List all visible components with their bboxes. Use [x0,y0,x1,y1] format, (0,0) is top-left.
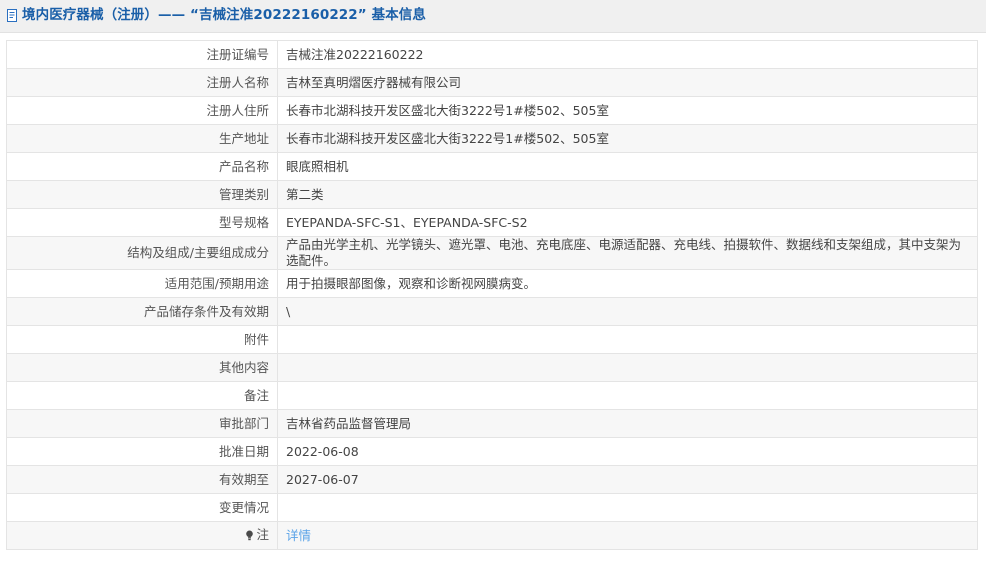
page-header: 境内医疗器械（注册）—— “吉械注准20222160222” 基本信息 [0,0,986,33]
row-value: 吉林省药品监督管理局 [277,409,978,438]
row-label: 结构及组成/主要组成成分 [6,236,278,270]
table-row: 批准日期 2022-06-08 [6,437,978,466]
row-label: 型号规格 [6,208,278,237]
document-page-icon [7,9,17,22]
row-value: 第二类 [277,180,978,209]
table-row: 附件 [6,325,978,354]
note-label-inner: 注 [245,527,269,543]
row-value: 用于拍摄眼部图像，观察和诊断视网膜病变。 [277,269,978,298]
row-value: 眼底照相机 [277,152,978,181]
row-label: 变更情况 [6,493,278,522]
table-row: 产品名称 眼底照相机 [6,152,978,181]
row-value [277,353,978,382]
row-value: 2027-06-07 [277,465,978,494]
table-row: 注册人住所 长春市北湖科技开发区盛北大街3222号1#楼502、505室 [6,96,978,125]
row-value: 长春市北湖科技开发区盛北大街3222号1#楼502、505室 [277,124,978,153]
row-label: 注册人住所 [6,96,278,125]
note-label-text: 注 [256,526,269,542]
table-row: 适用范围/预期用途 用于拍摄眼部图像，观察和诊断视网膜病变。 [6,269,978,298]
table-row: 审批部门 吉林省药品监督管理局 [6,409,978,438]
note-row: 注 详情 [6,521,978,550]
table-row: 管理类别 第二类 [6,180,978,209]
row-value [277,325,978,354]
note-row-label: 注 [6,521,278,550]
device-registration-info-table: 注册证编号 吉械注准20222160222 注册人名称 吉林至真明熠医疗器械有限公司注… [6,40,978,550]
table-row: 变更情况 [6,493,978,522]
row-value: 2022-06-08 [277,437,978,466]
row-label: 生产地址 [6,124,278,153]
table-row: 产品储存条件及有效期 \ [6,297,978,326]
row-value: 吉林至真明熠医疗器械有限公司 [277,68,978,97]
row-value: \ [277,297,978,326]
row-label: 适用范围/预期用途 [6,269,278,298]
table-row: 备注 [6,381,978,410]
row-label: 产品名称 [6,152,278,181]
page-title: 境内医疗器械（注册）—— “吉械注准20222160222” 基本信息 [22,7,426,24]
row-label: 其他内容 [6,353,278,382]
info-table-wrapper: 注册证编号 吉械注准20222160222 注册人名称 吉林至真明熠医疗器械有限公司注… [0,33,986,550]
row-value: 产品由光学主机、光学镜头、遮光罩、电池、充电底座、电源适配器、充电线、拍摄软件、… [277,236,978,270]
table-row: 有效期至 2027-06-07 [6,465,978,494]
row-label: 有效期至 [6,465,278,494]
row-value: 吉械注准20222160222 [277,40,978,69]
table-body: 注册证编号 吉械注准20222160222 注册人名称 吉林至真明熠医疗器械有限公司注… [6,40,978,550]
row-label: 审批部门 [6,409,278,438]
table-row: 注册人名称 吉林至真明熠医疗器械有限公司 [6,68,978,97]
row-label: 注册证编号 [6,40,278,69]
row-value [277,493,978,522]
row-label: 批准日期 [6,437,278,466]
row-label: 注册人名称 [6,68,278,97]
note-row-value: 详情 [277,521,978,550]
row-label: 附件 [6,325,278,354]
row-label: 产品储存条件及有效期 [6,297,278,326]
row-value [277,381,978,410]
table-row: 生产地址 长春市北湖科技开发区盛北大街3222号1#楼502、505室 [6,124,978,153]
table-row: 其他内容 [6,353,978,382]
row-label: 备注 [6,381,278,410]
table-row: 结构及组成/主要组成成分 产品由光学主机、光学镜头、遮光罩、电池、充电底座、电源适… [6,236,978,270]
detail-link[interactable]: 详情 [286,528,311,543]
table-row: 注册证编号 吉械注准20222160222 [6,40,978,69]
row-value: EYEPANDA-SFC-S1、EYEPANDA-SFC-S2 [277,208,978,237]
bulb-note-icon [246,530,254,541]
row-label: 管理类别 [6,180,278,209]
row-value: 长春市北湖科技开发区盛北大街3222号1#楼502、505室 [277,96,978,125]
table-row: 型号规格 EYEPANDA-SFC-S1、EYEPANDA-SFC-S2 [6,208,978,237]
